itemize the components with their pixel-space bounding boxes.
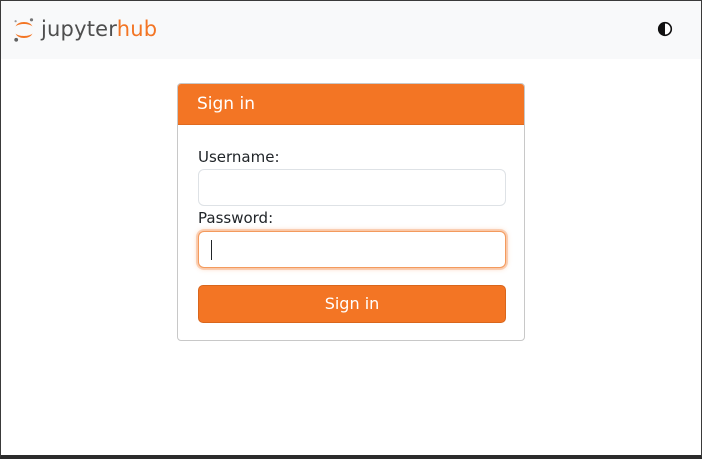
jupyterhub-logo[interactable]: jupyterhub (13, 14, 157, 46)
password-label: Password: (198, 209, 274, 227)
password-input[interactable] (198, 231, 506, 268)
navbar: jupyterhub (1, 1, 701, 59)
logo-text-jupyter: jupyter (41, 16, 117, 41)
username-label: Username: (198, 148, 280, 166)
logo-wordmark: jupyterhub (41, 16, 158, 41)
sign-in-button[interactable]: Sign in (198, 285, 506, 323)
login-card: Sign in Username: Password: Sign in (177, 83, 525, 341)
logo-text-hub: hub (116, 16, 158, 41)
text-cursor (211, 240, 212, 260)
theme-toggle-button[interactable] (657, 21, 673, 37)
jupyter-logo-icon (13, 17, 35, 43)
username-input[interactable] (198, 169, 506, 206)
login-card-header: Sign in (178, 84, 524, 125)
contrast-icon (657, 21, 673, 41)
